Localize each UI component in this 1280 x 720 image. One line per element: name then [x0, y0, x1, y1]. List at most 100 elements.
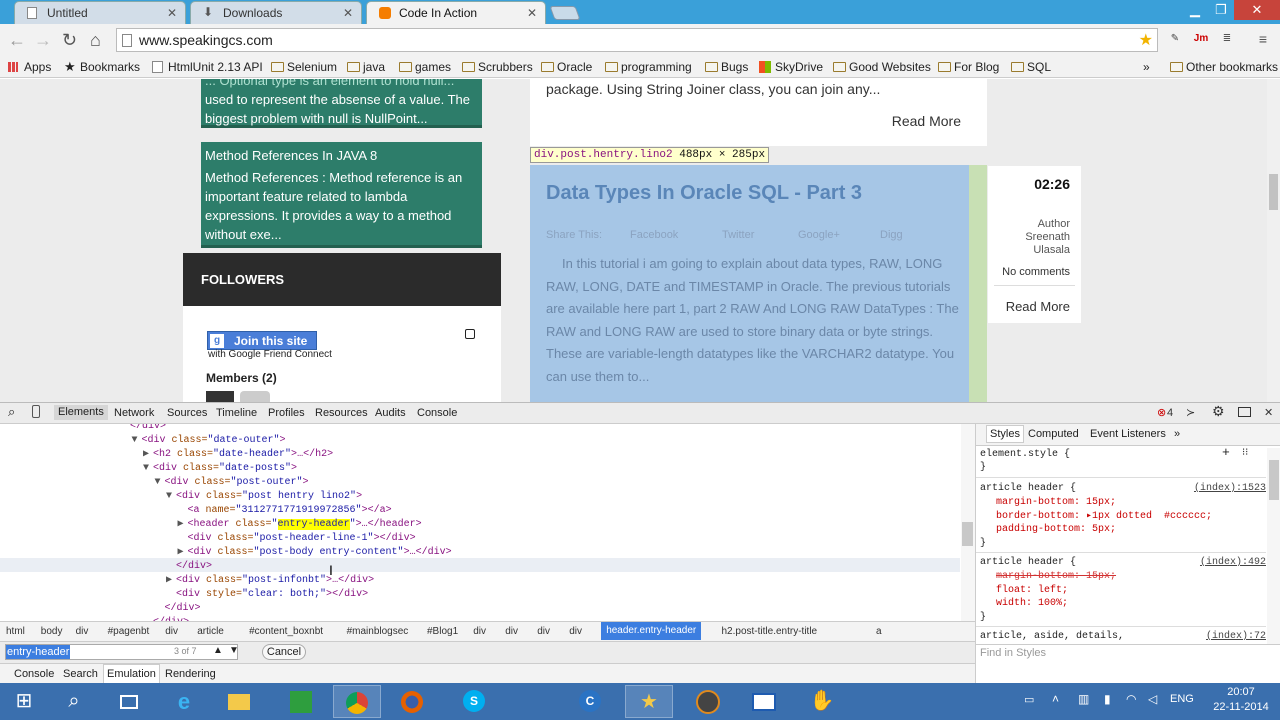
forward-icon[interactable]: →: [34, 29, 52, 51]
device-mode-icon[interactable]: [32, 405, 40, 418]
language-indicator[interactable]: ENG: [1170, 693, 1194, 705]
address-bar[interactable]: www.speakingcs.com ★: [116, 28, 1158, 52]
breadcrumb-item[interactable]: #Blog1: [427, 623, 458, 641]
bookmark-scrubbers[interactable]: Scrubbers: [462, 58, 533, 76]
dom-node-line[interactable]: ▼ <div class="date-posts">: [143, 462, 297, 476]
ccleaner-icon[interactable]: C: [566, 685, 614, 718]
home-icon[interactable]: ⌂: [90, 29, 101, 51]
drawer-tab-emulation[interactable]: Emulation: [103, 664, 160, 684]
firefox-icon[interactable]: [388, 685, 436, 718]
share-facebook-link[interactable]: Facebook: [630, 229, 678, 241]
expand-triangle-icon[interactable]: ▼: [166, 490, 172, 504]
tab-event-listeners[interactable]: Event Listeners: [1090, 424, 1166, 444]
sidebar-post-card[interactable]: ... Optional type is an element to hold …: [201, 79, 482, 128]
share-twitter-link[interactable]: Twitter: [722, 229, 754, 241]
extension-feather-icon[interactable]: ✎: [1166, 30, 1184, 48]
drawer-toggle-icon[interactable]: ≻: [1186, 406, 1195, 421]
page-scrollbar[interactable]: [1267, 79, 1280, 402]
bookmark-bugs[interactable]: Bugs: [705, 58, 748, 76]
bookmark-for-blog[interactable]: For Blog: [938, 58, 999, 76]
more-tabs-chevron[interactable]: »: [1174, 424, 1180, 444]
join-site-button[interactable]: g Join this site: [207, 331, 317, 350]
expand-triangle-icon[interactable]: ▼: [143, 462, 149, 476]
bookmark-skydrive[interactable]: SkyDrive: [759, 58, 823, 76]
breadcrumb-item[interactable]: html: [6, 623, 25, 641]
tab-code-in-action[interactable]: Code In Action ✕: [366, 1, 546, 24]
tab-styles[interactable]: Styles: [986, 425, 1024, 443]
internet-explorer-icon[interactable]: e: [160, 685, 208, 718]
dom-scrollbar[interactable]: [961, 424, 975, 621]
bookmark-oracle[interactable]: Oracle: [541, 58, 592, 76]
wifi-icon[interactable]: ◠: [1126, 692, 1136, 706]
tab-console[interactable]: Console: [417, 406, 457, 421]
battery-icon[interactable]: ▮: [1104, 692, 1111, 706]
comments-link[interactable]: No comments: [1002, 266, 1070, 278]
extension-icon[interactable]: ≣: [1218, 30, 1236, 48]
bookmark-htmlunit[interactable]: HtmlUnit 2.13 API: [152, 58, 263, 76]
sidebar-post-card[interactable]: Method References In JAVA 8 Method Refer…: [201, 142, 482, 248]
author-name[interactable]: Sreenath: [1025, 231, 1070, 244]
drawer-tab-console[interactable]: Console: [14, 665, 54, 683]
java-ide-icon[interactable]: [684, 685, 732, 718]
breadcrumb-item[interactable]: h2.post-title.entry-title: [722, 623, 818, 641]
dom-node-line[interactable]: ▶ <div class="post-body entry-content">…<…: [178, 546, 452, 560]
breadcrumb-item[interactable]: #content_boxnbt: [249, 623, 323, 641]
member-avatar[interactable]: [206, 391, 234, 402]
rule-selector[interactable]: article header {: [980, 556, 1076, 570]
tab-elements[interactable]: Elements: [54, 405, 108, 420]
breadcrumb-item[interactable]: article: [197, 623, 224, 641]
element-style-selector[interactable]: element.style {: [980, 448, 1070, 462]
minimize-icon[interactable]: ▁: [1182, 0, 1208, 20]
dom-node-line[interactable]: <div class="post-header-line-1"></div>: [188, 532, 416, 546]
search-next-icon[interactable]: ▼: [229, 645, 239, 656]
clock-date[interactable]: 22-11-2014: [1208, 701, 1274, 713]
tab-timeline[interactable]: Timeline: [216, 406, 257, 421]
task-view-icon[interactable]: [105, 685, 153, 718]
rule-source-link[interactable]: (index):492: [1200, 556, 1266, 570]
scrollbar-thumb[interactable]: [962, 522, 973, 546]
close-icon[interactable]: ✕: [527, 2, 537, 24]
bookmark-selenium[interactable]: Selenium: [271, 58, 337, 76]
scrollbar-thumb[interactable]: [1269, 174, 1278, 210]
add-rule-icon[interactable]: +: [1222, 446, 1230, 460]
author-name[interactable]: Ulasala: [1033, 244, 1070, 257]
dom-node-line[interactable]: </div>: [176, 560, 212, 574]
toggle-state-icon[interactable]: ⁝⁝: [1242, 447, 1248, 461]
more-bookmarks-chevron[interactable]: »: [1143, 58, 1150, 76]
collapse-triangle-icon[interactable]: ▶: [166, 574, 172, 588]
dom-node-line[interactable]: </div>: [130, 424, 166, 434]
skype-icon[interactable]: S: [450, 685, 498, 718]
breadcrumb-item[interactable]: div: [165, 623, 178, 641]
dock-icon[interactable]: [1238, 407, 1251, 417]
css-property[interactable]: float: left;: [996, 584, 1068, 598]
css-property[interactable]: width: 100%;: [996, 597, 1068, 611]
menu-icon[interactable]: ≡: [1254, 30, 1272, 48]
drawer-tab-search[interactable]: Search: [63, 665, 98, 683]
close-devtools-icon[interactable]: ✕: [1264, 406, 1273, 421]
breadcrumb-item[interactable]: div: [569, 623, 582, 641]
css-property[interactable]: border-bottom: ▸1px dotted #cccccc;: [996, 510, 1212, 524]
drawer-tab-rendering[interactable]: Rendering: [165, 665, 216, 683]
breadcrumb-item[interactable]: #mainblogsec: [347, 623, 409, 641]
inspect-search-icon[interactable]: ⌕: [8, 404, 15, 419]
bookmark-star-icon[interactable]: ★: [1139, 30, 1153, 52]
breadcrumb-item[interactable]: div: [505, 623, 518, 641]
chrome-icon[interactable]: [333, 685, 381, 718]
share-googleplus-link[interactable]: Google+: [798, 229, 840, 241]
store-icon[interactable]: [277, 685, 325, 718]
close-window-icon[interactable]: ✕: [1234, 0, 1280, 20]
rule-source-link[interactable]: (index):1523: [1194, 482, 1266, 496]
network-icon[interactable]: ▥: [1078, 692, 1089, 706]
rule-selector[interactable]: article, aside, details,: [980, 630, 1124, 644]
expand-triangle-icon[interactable]: ▼: [155, 476, 161, 490]
file-explorer-icon[interactable]: [215, 685, 263, 718]
breadcrumb-item[interactable]: #pagenbt: [108, 623, 150, 641]
new-tab-button[interactable]: [549, 6, 581, 20]
dom-search-input[interactable]: entry-header 3 of 7 ▲ ▼: [5, 644, 239, 660]
breadcrumb-item[interactable]: body: [41, 623, 63, 641]
styles-scrollbar[interactable]: [1267, 448, 1280, 644]
css-property[interactable]: margin-bottom: 15px;: [996, 496, 1116, 510]
collapse-triangle-icon[interactable]: ▶: [178, 518, 184, 532]
dom-node-line[interactable]: ▶ <header class="entry-header">…</header>: [178, 518, 422, 532]
close-icon[interactable]: ✕: [167, 2, 177, 24]
